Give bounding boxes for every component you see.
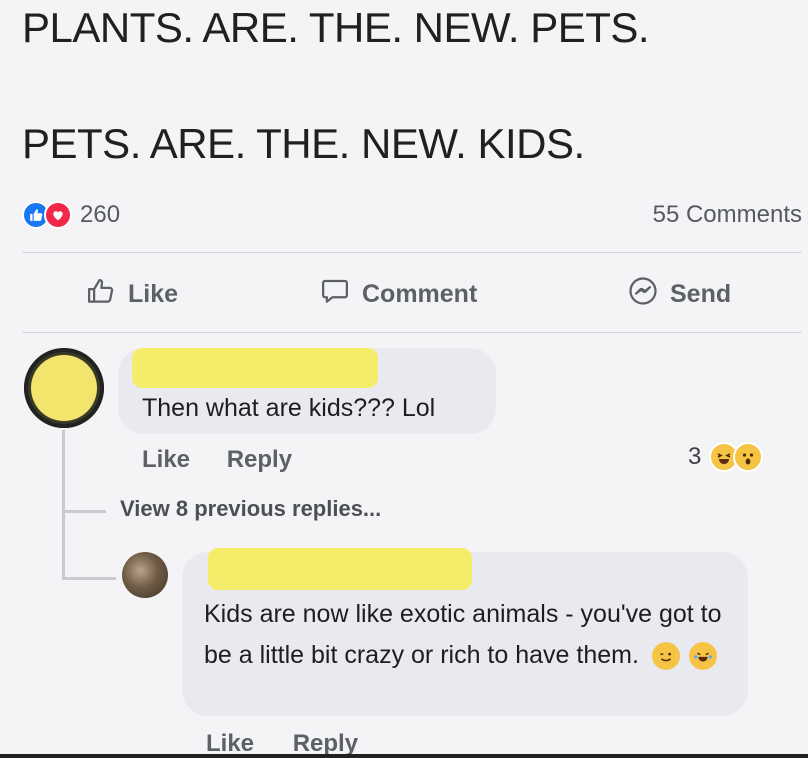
redacted-author-name	[132, 348, 378, 388]
comment-like-link[interactable]: Like	[206, 730, 254, 757]
post-text-line-1: PLANTS. ARE. THE. NEW. PETS.	[22, 4, 650, 51]
love-icon	[44, 201, 72, 229]
comment-text: Then what are kids??? Lol	[142, 394, 436, 422]
comment-like-link[interactable]: Like	[142, 446, 190, 473]
bottom-edge	[0, 754, 808, 758]
redacted-author-name	[208, 548, 472, 590]
thumbs-up-icon	[86, 276, 116, 313]
comment-reactions[interactable]: 3	[688, 442, 764, 472]
speech-bubble-icon	[320, 276, 350, 313]
like-button-label: Like	[128, 279, 179, 308]
reactions-summary[interactable]: 260	[22, 201, 120, 229]
divider	[22, 252, 802, 253]
winking-emoji-icon	[651, 642, 680, 671]
post-text-line-2: PETS. ARE. THE. NEW. KIDS.	[22, 120, 585, 167]
comment-text: Kids are now like exotic animals - you'v…	[204, 594, 734, 676]
reaction-count: 260	[80, 201, 121, 228]
messenger-icon	[628, 276, 658, 313]
comment-actions: Like Reply	[142, 446, 292, 474]
thread-branch-line	[62, 510, 106, 513]
comment-reaction-count: 3	[688, 443, 702, 470]
thread-line	[62, 430, 65, 580]
send-button[interactable]: Send	[628, 276, 731, 313]
thread-branch-line	[62, 577, 116, 580]
like-button[interactable]: Like	[86, 276, 178, 313]
comment-reply-link[interactable]: Reply	[227, 446, 292, 473]
surprised-emoji-icon	[733, 442, 764, 472]
avatar[interactable]	[24, 348, 104, 428]
comment-button-label: Comment	[362, 279, 478, 308]
comment-reply-link[interactable]: Reply	[293, 730, 358, 757]
view-previous-replies-link[interactable]: View 8 previous replies...	[120, 496, 381, 522]
divider	[22, 332, 802, 333]
comment-text-body: Kids are now like exotic animals - you'v…	[204, 600, 722, 669]
comment-button[interactable]: Comment	[320, 276, 477, 313]
post-stats-bar: 260 55 Comments	[22, 198, 802, 232]
send-button-label: Send	[670, 279, 732, 308]
avatar[interactable]	[122, 552, 168, 598]
post-action-bar: Like Comment Send	[22, 270, 802, 318]
comments-count-link[interactable]: 55 Comments	[653, 201, 802, 229]
tears-of-joy-emoji-icon	[688, 642, 717, 671]
